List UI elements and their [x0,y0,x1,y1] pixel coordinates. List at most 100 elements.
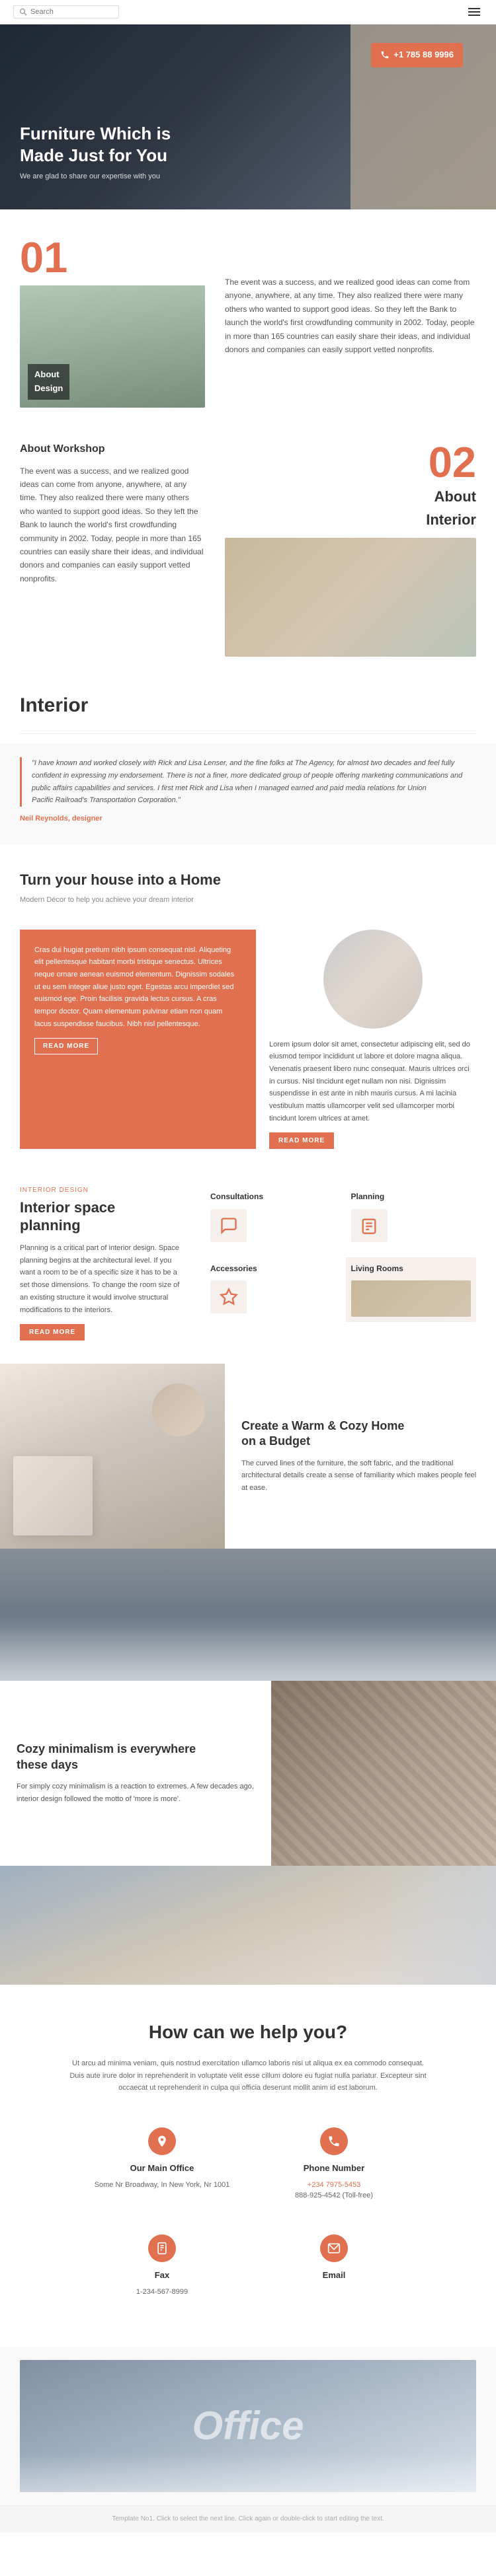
office-card-address: Some Nr Broadway, In New York, Nr 1001 [93,2180,231,2191]
planning-icon [351,1209,388,1242]
location-icon-wrap [148,2127,176,2155]
section-01-left: 01 About Design [20,236,205,408]
phone-card-line2: 888-925-4542 (Toll-free) [265,2190,403,2201]
living-rooms-label: Living Rooms [351,1263,472,1275]
help-card-office: Our Main Office Some Nr Broadway, In New… [83,2117,241,2211]
hero-section: +1 785 88 9996 Furniture Which is Made J… [0,24,496,209]
fax-icon [155,2242,169,2255]
phone-card-title: Phone Number [265,2162,403,2176]
living-rooms-image [351,1280,472,1317]
interior-space-title: Interior space planning [20,1199,185,1234]
orange-read-more-button[interactable]: Read More [34,1038,98,1054]
accessories-label: Accessories [210,1263,331,1275]
testimonial-author: Neil Reynolds, designer [20,813,476,825]
minimalism-title: Create a Warm & Cozy Home on a Budget [241,1418,479,1450]
hero-title: Furniture Which is Made Just for You [20,123,171,166]
right-read-more-button[interactable]: READ MORE [269,1132,334,1149]
email-icon-wrap [320,2234,348,2262]
cozy-title: Cozy minimalism is everywhere these days [17,1742,255,1773]
email-icon [327,2242,341,2255]
hamburger-menu[interactable] [466,5,483,18]
help-card-phone: Phone Number +234 7975-5453 888-925-4542… [255,2117,413,2211]
interior-space-text: Planning is a critical part of interior … [20,1242,185,1316]
search-input[interactable] [30,8,103,16]
header [0,0,496,24]
cozy-text: For simply cozy minimalism is a reaction… [17,1781,255,1805]
help-intro: Ut arcu ad minima veniam, quis nostrud e… [66,2057,430,2094]
house-title: Turn your house into a Home [20,868,476,891]
hero-phone-number: +1 785 88 9996 [393,48,454,62]
search-bar[interactable] [13,5,119,18]
house-section: Turn your house into a Home Modern Décor… [0,845,496,930]
about-design-image: About Design [20,285,205,408]
workshop-title: About Workshop [20,441,205,458]
section-number-02: 02 [225,441,476,484]
fax-card-line1: 1-234-567-8999 [93,2287,231,2298]
cozy-content: Cozy minimalism is everywhere these days… [0,1681,271,1866]
section-02: About Workshop The event was a success, … [0,434,496,683]
service-card-consultations: Consultations [205,1185,336,1247]
hero-phone-badge[interactable]: +1 785 88 9996 [371,43,463,67]
hero-content: Furniture Which is Made Just for You We … [20,123,171,183]
about-interior-labels: About Interior [225,485,476,531]
left-orange-col: Cras dui hugiat pretium nibh ipsum conse… [20,930,256,1150]
minimalism-content: Create a Warm & Cozy Home on a Budget Th… [225,1364,496,1549]
section-01-right: The event was a success, and we realized… [225,236,476,408]
help-card-email: Email [255,2225,413,2307]
interior-space-section: Interior Design Interior space planning … [0,1172,496,1364]
two-col-section: Cras dui hugiat pretium nibh ipsum conse… [0,930,496,1173]
minimalism-row: Create a Warm & Cozy Home on a Budget Th… [0,1364,496,1549]
phone-card-line1: +234 7975-5453 [265,2180,403,2191]
landscape-photo [0,1866,496,1985]
hero-subtitle: We are glad to share our expertise with … [20,171,171,183]
accessories-icon [210,1280,247,1313]
about-label: About [225,485,476,508]
interior-title: Interior [20,690,476,734]
section-number-01: 01 [20,236,205,279]
interior-label: Interior [225,508,476,531]
email-card-title: Email [265,2269,403,2283]
interior-space-left: Interior Design Interior space planning … [20,1185,185,1341]
right-col: Lorem ipsum dolor sit amet, consectetur … [269,930,476,1150]
help-cards-grid: Our Main Office Some Nr Broadway, In New… [83,2117,413,2307]
phone-help-icon [327,2135,341,2148]
section-02-image [225,538,476,657]
location-icon [155,2135,169,2148]
interior-space-label: Interior Design [20,1185,185,1196]
about-workshop: About Workshop The event was a success, … [20,441,205,657]
help-card-fax: Fax 1-234-567-8999 [83,2225,241,2307]
planning-label: Planning [351,1191,472,1203]
chat-icon [220,1216,238,1235]
about-design-label: About Design [28,364,69,400]
service-card-planning: Planning [346,1185,477,1247]
service-card-living-rooms: Living Rooms [346,1257,477,1322]
phone-hero-icon [380,50,390,59]
office-label: Office [192,2394,304,2458]
office-image: Office [20,2360,476,2492]
testimonial-quote: "I have known and worked closely with Ri… [20,757,476,807]
phone-icon-wrap [320,2127,348,2155]
star-icon [220,1288,238,1306]
office-section: Office [0,2347,496,2505]
section-02-right: 02 About Interior [225,441,476,657]
full-photo-bar [0,1549,496,1681]
section-01: 01 About Design The event was a success,… [0,209,496,434]
interior-space-read-more[interactable]: READ MORE [20,1324,85,1341]
consultations-icon [210,1209,247,1242]
office-card-title: Our Main Office [93,2162,231,2176]
cozy-image [271,1681,496,1866]
help-section: How can we help you? Ut arcu ad minima v… [0,1985,496,2347]
clipboard-icon [360,1216,378,1235]
search-icon [19,8,27,16]
fax-icon-wrap [148,2234,176,2262]
interior-heading: Interior [0,683,496,744]
cozy-row: Cozy minimalism is everywhere these days… [0,1681,496,1866]
right-col-text: Lorem ipsum dolor sit amet, consectetur … [269,1039,476,1125]
footer-note: Template No1. Click to select the next l… [13,2514,483,2524]
footer: Template No1. Click to select the next l… [0,2505,496,2532]
right-col-image [323,930,423,1029]
minimalism-text: The curved lines of the furniture, the s… [241,1457,479,1494]
consultations-label: Consultations [210,1191,331,1203]
service-card-accessories: Accessories [205,1257,336,1322]
testimonial-section: "I have known and worked closely with Ri… [0,744,496,844]
